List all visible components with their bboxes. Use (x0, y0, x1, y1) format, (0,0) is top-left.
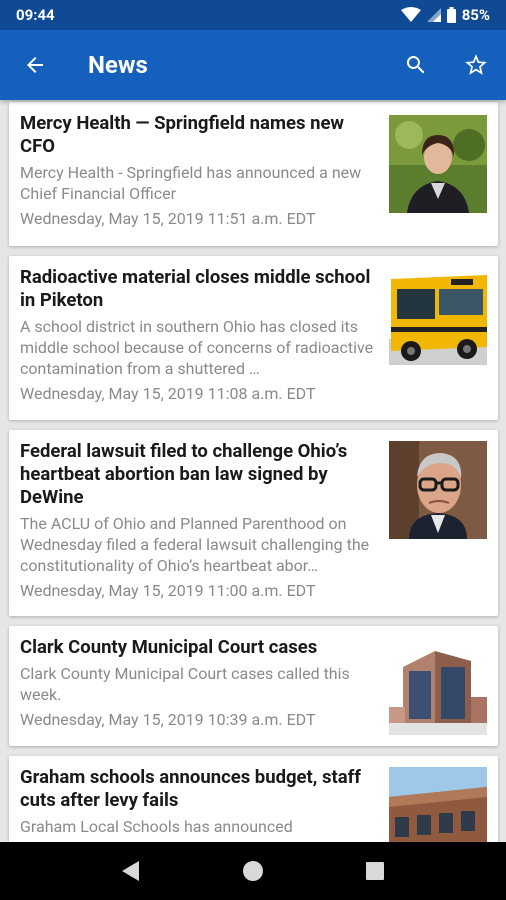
news-card-summary: Clark County Municipal Court cases calle… (20, 664, 350, 704)
news-card-text: Clark County Municipal Court cases Clark… (20, 636, 375, 730)
news-card[interactable]: Graham schools announces budget, staff c… (9, 756, 498, 842)
news-card-text: Graham schools announces budget, staff c… (20, 766, 375, 841)
app-bar-actions (386, 30, 506, 100)
square-recents-icon (366, 862, 384, 880)
back-button[interactable] (0, 30, 70, 100)
nav-back-button[interactable] (111, 851, 151, 891)
circle-home-icon (243, 861, 263, 881)
wifi-icon (400, 7, 421, 22)
news-card-thumbnail (389, 267, 487, 365)
news-feed[interactable]: Mercy Health — Springfield names new CFO… (0, 100, 506, 842)
news-card-date: Wednesday, May 15, 2019 11:51 a.m. EDT (20, 209, 316, 228)
news-card-title: Mercy Health — Springfield names new CFO (20, 112, 345, 157)
news-card-title: Clark County Municipal Court cases (20, 636, 318, 658)
news-card-thumbnail (389, 441, 487, 539)
news-card-summary: Mercy Health - Springfield has announced… (20, 163, 362, 203)
news-card-summary: The ACLU of Ohio and Planned Parenthood … (20, 514, 370, 575)
status-indicators: 85% (400, 6, 490, 24)
news-card-title: Radioactive material closes middle schoo… (20, 266, 371, 311)
news-card-text: Radioactive material closes middle schoo… (20, 266, 375, 404)
news-card-date: Wednesday, May 15, 2019 11:00 a.m. EDT (20, 581, 316, 600)
news-card-text: Mercy Health — Springfield names new CFO… (20, 112, 375, 229)
news-card-thumbnail (389, 115, 487, 213)
system-nav-bar (0, 842, 506, 900)
favorite-button[interactable] (446, 30, 506, 100)
triangle-back-icon (122, 861, 139, 881)
page-title: News (88, 51, 148, 79)
nav-home-button[interactable] (233, 851, 273, 891)
news-card[interactable]: Radioactive material closes middle schoo… (9, 256, 498, 420)
search-button[interactable] (386, 30, 446, 100)
news-card[interactable]: Clark County Municipal Court cases Clark… (9, 626, 498, 746)
nav-recents-button[interactable] (355, 851, 395, 891)
news-card-text: Federal lawsuit filed to challenge Ohio’… (20, 440, 375, 601)
news-card[interactable]: Federal lawsuit filed to challenge Ohio’… (9, 430, 498, 616)
app-bar: News (0, 30, 506, 100)
news-card-summary: A school district in southern Ohio has c… (20, 317, 374, 378)
news-card-thumbnail (389, 767, 487, 842)
status-bar: 09:44 85% (0, 0, 506, 30)
arrow-back-icon (27, 57, 43, 73)
star-outline-icon (465, 54, 487, 75)
news-card-date: Wednesday, May 15, 2019 11:08 a.m. EDT (20, 384, 316, 403)
news-card-title: Federal lawsuit filed to challenge Ohio’… (20, 440, 348, 508)
news-card-thumbnail (389, 637, 487, 735)
cellular-icon (426, 8, 441, 22)
status-time: 09:44 (16, 6, 55, 24)
news-card-summary: Graham Local Schools has announced (20, 817, 293, 836)
news-card-title: Graham schools announces budget, staff c… (20, 766, 361, 811)
battery-icon (446, 7, 456, 23)
battery-percent: 85% (461, 6, 490, 24)
search-icon (406, 56, 425, 74)
news-card-date: Wednesday, May 15, 2019 10:39 a.m. EDT (20, 710, 316, 729)
news-card[interactable]: Mercy Health — Springfield names new CFO… (9, 102, 498, 246)
